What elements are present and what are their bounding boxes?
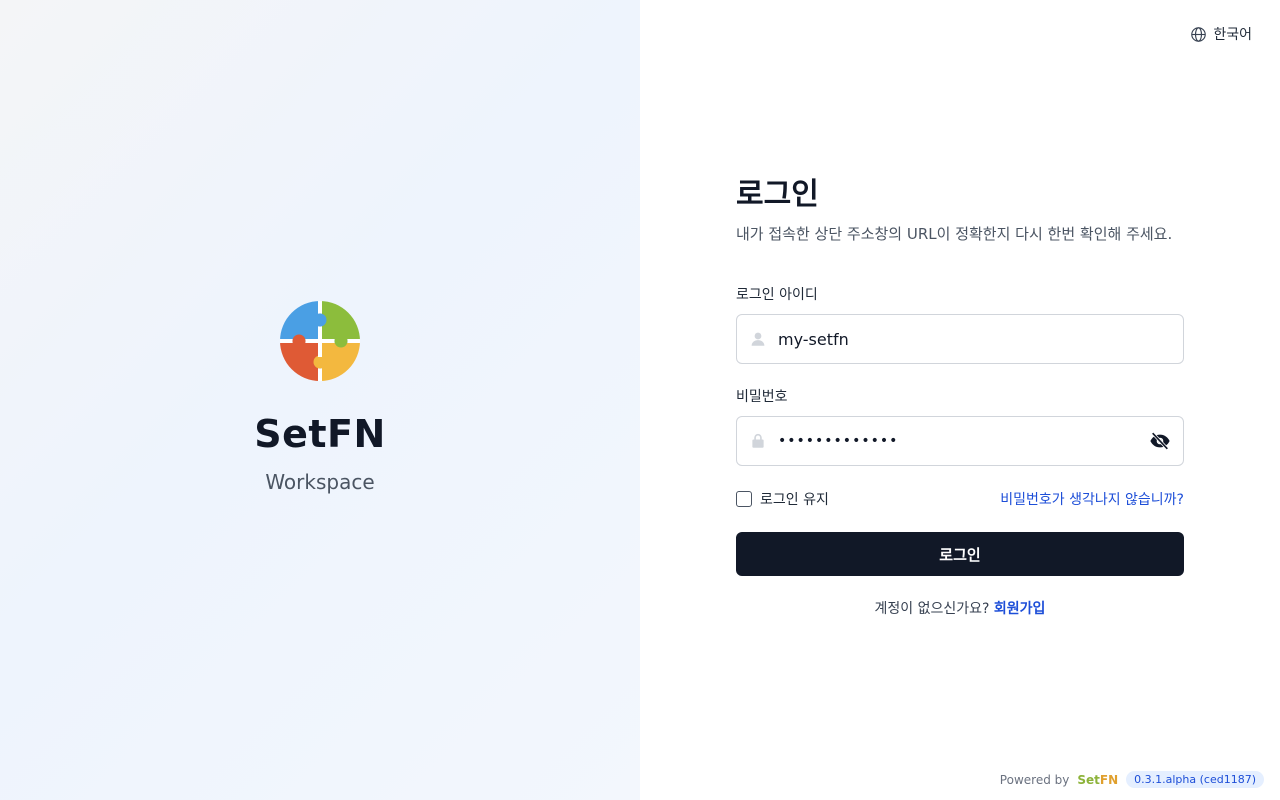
brand-block: SetFN Workspace [0, 300, 640, 494]
login-description: 내가 접속한 상단 주소창의 URL이 정확한지 다시 한번 확인해 주세요. [736, 225, 1173, 243]
powered-by-label: Powered by [999, 772, 1070, 787]
login-panel: 한국어 로그인 내가 접속한 상단 주소창의 URL이 정확한지 다시 한번 확… [640, 0, 1280, 800]
remember-me[interactable]: 로그인 유지 [736, 489, 829, 509]
footer-brand-set: Set [1077, 772, 1100, 787]
password-input[interactable] [778, 433, 1149, 449]
forgot-password-link[interactable]: 비밀번호가 생각나지 않습니까? [1000, 489, 1184, 509]
version-badge: 0.3.1.alpha (ced1187) [1126, 771, 1264, 788]
page-title: 로그인 [736, 177, 819, 212]
login-form: 로그인 내가 접속한 상단 주소창의 URL이 정확한지 다시 한번 확인해 주… [736, 176, 1184, 618]
brand-name: SetFN [254, 412, 386, 456]
remember-label: 로그인 유지 [760, 492, 829, 508]
signup-link[interactable]: 회원가입 [994, 601, 1046, 617]
remember-checkbox[interactable] [736, 491, 752, 507]
footer-brand-fn: FN [1099, 772, 1119, 787]
footer: Powered by SetFN 0.3.1.alpha (ced1187) [1000, 771, 1264, 788]
login-id-input[interactable] [778, 329, 1171, 349]
login-button[interactable]: 로그인 [736, 532, 1184, 576]
login-id-field[interactable] [736, 314, 1184, 364]
eye-off-icon[interactable] [1149, 430, 1171, 452]
password-field[interactable] [736, 416, 1184, 466]
brand-panel: SetFN Workspace [0, 0, 640, 800]
login-id-label: 로그인 아이디 [736, 287, 818, 303]
signup-prompt: 계정이 없으신가요? [874, 601, 990, 617]
setfn-logo-icon [280, 301, 360, 381]
password-label: 비밀번호 [736, 389, 788, 405]
lock-icon [752, 433, 764, 448]
login-options: 로그인 유지 비밀번호가 생각나지 않습니까? [736, 490, 1184, 508]
globe-icon [1191, 26, 1207, 42]
brand-subtitle: Workspace [265, 470, 375, 494]
signup-row: 계정이 없으신가요? 회원가입 [736, 598, 1184, 618]
user-icon [751, 332, 765, 346]
language-switcher[interactable]: 한국어 [1190, 24, 1252, 44]
footer-brand: SetFN [1077, 773, 1118, 787]
language-label: 한국어 [1213, 27, 1252, 43]
